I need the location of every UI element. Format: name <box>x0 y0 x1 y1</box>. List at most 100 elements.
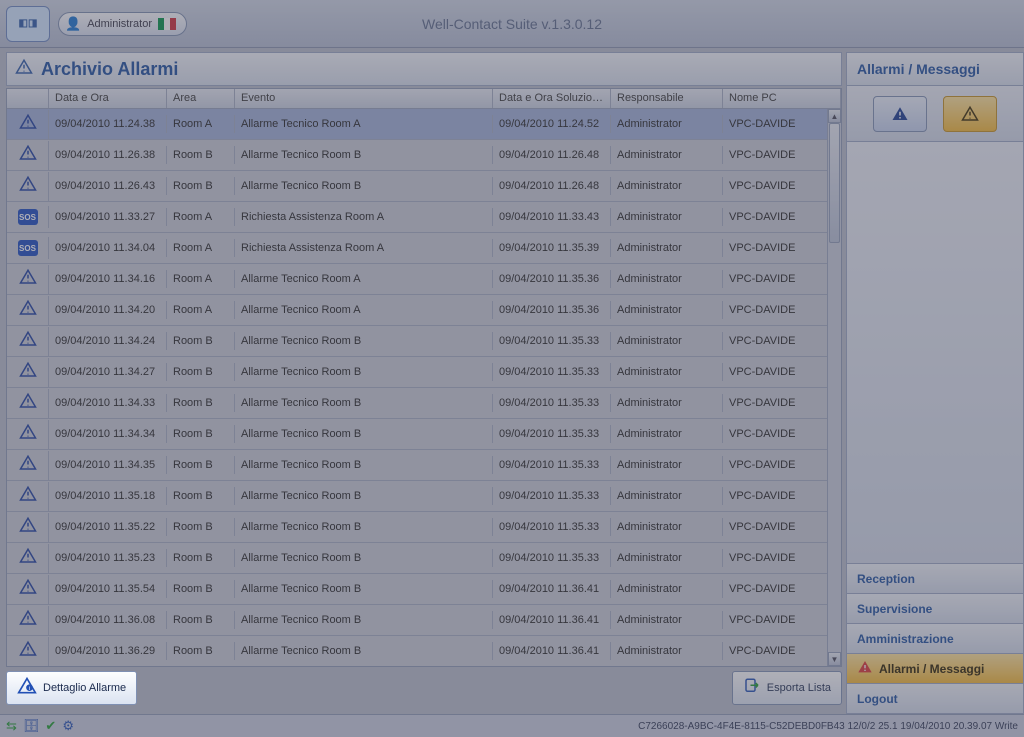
nav-allarmi-messaggi[interactable]: Allarmi / Messaggi <box>846 654 1024 684</box>
scroll-track[interactable] <box>828 123 841 652</box>
row-icon <box>7 420 49 449</box>
cell-area: Room A <box>167 115 235 133</box>
cell-pc: VPC-DAVIDE <box>723 394 841 412</box>
cell-event: Richiesta Assistenza Room A <box>235 208 493 226</box>
alarm-detail-button[interactable]: i Dettaglio Allarme <box>6 671 137 705</box>
cell-solution: 09/04/2010 11.35.36 <box>493 301 611 319</box>
nav-amministrazione[interactable]: Amministrazione <box>846 624 1024 654</box>
warning-icon <box>19 516 37 539</box>
cell-pc: VPC-DAVIDE <box>723 580 841 598</box>
cell-solution: 09/04/2010 11.33.43 <box>493 208 611 226</box>
cell-solution: 09/04/2010 11.35.36 <box>493 270 611 288</box>
cell-event: Allarme Tecnico Room B <box>235 363 493 381</box>
nav-reception[interactable]: Reception <box>846 564 1024 594</box>
cell-pc: VPC-DAVIDE <box>723 332 841 350</box>
section-title-text: Archivio Allarmi <box>41 59 178 80</box>
cell-responsible: Administrator <box>611 456 723 474</box>
col-area[interactable]: Area <box>167 89 235 108</box>
alarm-detail-label: Dettaglio Allarme <box>43 682 126 694</box>
cell-date: 09/04/2010 11.24.38 <box>49 115 167 133</box>
cell-solution: 09/04/2010 11.24.52 <box>493 115 611 133</box>
cell-pc: VPC-DAVIDE <box>723 487 841 505</box>
nav-logout[interactable]: Logout <box>846 684 1024 714</box>
cell-event: Allarme Tecnico Room B <box>235 146 493 164</box>
table-row[interactable]: 09/04/2010 11.34.27Room BAllarme Tecnico… <box>7 357 841 388</box>
cell-date: 09/04/2010 11.34.35 <box>49 456 167 474</box>
cell-area: Room A <box>167 301 235 319</box>
cell-pc: VPC-DAVIDE <box>723 425 841 443</box>
cell-responsible: Administrator <box>611 115 723 133</box>
user-pill[interactable]: 👤 Administrator <box>58 12 187 36</box>
scroll-up-button[interactable]: ▲ <box>828 109 841 123</box>
warning-icon <box>19 175 37 198</box>
cell-pc: VPC-DAVIDE <box>723 239 841 257</box>
table-row[interactable]: 09/04/2010 11.34.33Room BAllarme Tecnico… <box>7 388 841 419</box>
row-icon <box>7 358 49 387</box>
col-responsible[interactable]: Responsabile <box>611 89 723 108</box>
cell-area: Room B <box>167 394 235 412</box>
sos-icon: SOS <box>18 240 38 256</box>
col-solution[interactable]: Data e Ora Soluzione <box>493 89 611 108</box>
table-row[interactable]: 09/04/2010 11.26.43Room BAllarme Tecnico… <box>7 171 841 202</box>
row-icon <box>7 513 49 542</box>
cell-solution: 09/04/2010 11.26.48 <box>493 177 611 195</box>
warning-icon <box>19 299 37 322</box>
table-row[interactable]: 09/04/2010 11.35.18Room BAllarme Tecnico… <box>7 481 841 512</box>
table-row[interactable]: 09/04/2010 11.24.38Room AAllarme Tecnico… <box>7 109 841 140</box>
table-row[interactable]: 09/04/2010 11.34.24Room BAllarme Tecnico… <box>7 326 841 357</box>
cell-date: 09/04/2010 11.33.27 <box>49 208 167 226</box>
table-row[interactable]: 09/04/2010 11.36.29Room BAllarme Tecnico… <box>7 636 841 666</box>
col-event[interactable]: Evento <box>235 89 493 108</box>
filter-alarms-blue-button[interactable] <box>873 96 927 132</box>
table-row[interactable]: 09/04/2010 11.35.23Room BAllarme Tecnico… <box>7 543 841 574</box>
warning-icon <box>19 485 37 508</box>
cell-responsible: Administrator <box>611 611 723 629</box>
table-row[interactable]: SOS09/04/2010 11.34.04Room ARichiesta As… <box>7 233 841 264</box>
col-icon[interactable] <box>7 89 49 108</box>
status-db-icon: 🗄 <box>23 718 40 734</box>
table-row[interactable]: 09/04/2010 11.35.54Room BAllarme Tecnico… <box>7 574 841 605</box>
cell-pc: VPC-DAVIDE <box>723 146 841 164</box>
cell-event: Allarme Tecnico Room A <box>235 115 493 133</box>
table-row[interactable]: 09/04/2010 11.34.20Room AAllarme Tecnico… <box>7 295 841 326</box>
col-pcname[interactable]: Nome PC <box>723 89 841 108</box>
filter-alarms-amber-button[interactable] <box>943 96 997 132</box>
row-icon <box>7 296 49 325</box>
warning-icon <box>19 454 37 477</box>
table-row[interactable]: 09/04/2010 11.34.35Room BAllarme Tecnico… <box>7 450 841 481</box>
cell-pc: VPC-DAVIDE <box>723 363 841 381</box>
cell-area: Room B <box>167 611 235 629</box>
table-row[interactable]: 09/04/2010 11.35.22Room BAllarme Tecnico… <box>7 512 841 543</box>
cell-area: Room B <box>167 487 235 505</box>
cell-pc: VPC-DAVIDE <box>723 208 841 226</box>
cell-event: Allarme Tecnico Room A <box>235 301 493 319</box>
cell-pc: VPC-DAVIDE <box>723 518 841 536</box>
warning-icon <box>19 578 37 601</box>
cell-responsible: Administrator <box>611 270 723 288</box>
table-row[interactable]: 09/04/2010 11.34.34Room BAllarme Tecnico… <box>7 419 841 450</box>
cell-pc: VPC-DAVIDE <box>723 456 841 474</box>
table-row[interactable]: SOS09/04/2010 11.33.27Room ARichiesta As… <box>7 202 841 233</box>
table-row[interactable]: 09/04/2010 11.36.08Room BAllarme Tecnico… <box>7 605 841 636</box>
status-network-icon: ⇆ <box>6 718 17 734</box>
table-row[interactable]: 09/04/2010 11.26.38Room BAllarme Tecnico… <box>7 140 841 171</box>
cell-responsible: Administrator <box>611 146 723 164</box>
cell-date: 09/04/2010 11.35.22 <box>49 518 167 536</box>
status-bar: ⇆ 🗄 ✔ ⚙ C7266028-A9BC-4F4E-8115-C52DEBD0… <box>0 714 1024 737</box>
scroll-thumb[interactable] <box>829 123 840 243</box>
cell-area: Room B <box>167 177 235 195</box>
export-list-label: Esporta Lista <box>767 682 831 694</box>
cell-date: 09/04/2010 11.35.18 <box>49 487 167 505</box>
col-date[interactable]: Data e Ora <box>49 89 167 108</box>
cell-area: Room B <box>167 456 235 474</box>
vertical-scrollbar[interactable]: ▲ ▼ <box>827 109 841 666</box>
scroll-down-button[interactable]: ▼ <box>828 652 841 666</box>
cell-area: Room B <box>167 580 235 598</box>
nav-supervisione[interactable]: Supervisione <box>846 594 1024 624</box>
export-list-button[interactable]: Esporta Lista <box>732 671 842 705</box>
table-row[interactable]: 09/04/2010 11.34.16Room AAllarme Tecnico… <box>7 264 841 295</box>
row-icon <box>7 172 49 201</box>
cell-date: 09/04/2010 11.34.27 <box>49 363 167 381</box>
cell-responsible: Administrator <box>611 301 723 319</box>
row-icon <box>7 451 49 480</box>
